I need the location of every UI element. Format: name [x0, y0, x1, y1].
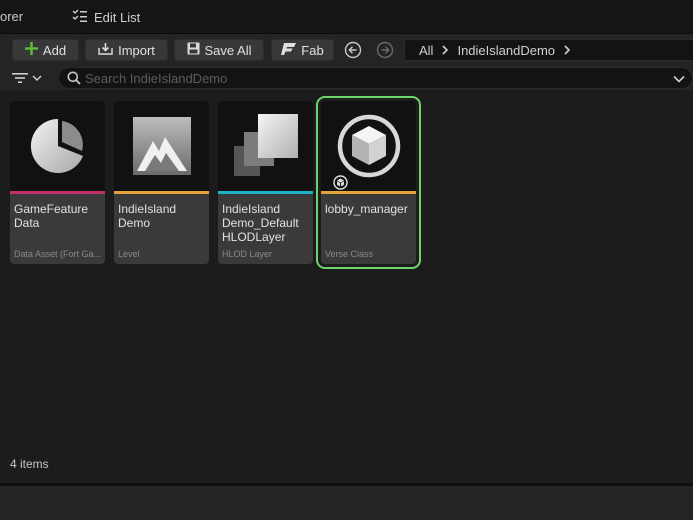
plus-icon	[24, 42, 38, 58]
asset-tile-gamefeature-data[interactable]: GameFeature Data Data Asset (Fort Ga...	[10, 101, 105, 264]
asset-type-strip	[218, 191, 313, 194]
content-browser: orer Edit List Add Import Save All Fab A…	[0, 0, 693, 520]
asset-type-strip	[114, 191, 209, 194]
chevron-right-icon[interactable]	[560, 43, 574, 57]
asset-name: IndieIsland Demo	[118, 202, 177, 230]
import-label: Import	[118, 42, 155, 58]
search-input[interactable]	[85, 70, 665, 86]
checklist-icon	[72, 8, 88, 27]
filter-button[interactable]	[12, 69, 48, 87]
fab-label: Fab	[301, 42, 324, 58]
asset-name: lobby_manager	[325, 202, 408, 216]
edit-list-label: Edit List	[94, 9, 141, 25]
arrow-left-circle-icon	[344, 41, 362, 59]
tab-content-browser[interactable]: orer	[0, 9, 23, 24]
asset-type-strip	[321, 191, 416, 194]
asset-thumbnail	[321, 101, 416, 191]
import-icon	[98, 42, 113, 59]
arrow-right-circle-icon	[376, 41, 394, 59]
filter-icon	[12, 73, 28, 83]
pie-chart-icon	[30, 118, 83, 173]
bottom-bar	[0, 486, 693, 520]
layers-icon	[233, 114, 298, 176]
asset-tile-indieisland-demo[interactable]: IndieIsland Demo Level	[114, 101, 209, 264]
item-count: 4 items	[10, 457, 49, 471]
asset-view: GameFeature Data Data Asset (Fort Ga...	[0, 90, 693, 483]
asset-type: HLOD Layer	[222, 249, 273, 259]
tab-bar: orer Edit List	[0, 0, 693, 34]
asset-thumbnail	[10, 101, 105, 191]
filter-search-row	[0, 66, 693, 90]
asset-type: Level	[118, 249, 140, 259]
asset-type: Verse Class	[325, 249, 374, 259]
breadcrumb-item-indieislanddemo[interactable]: IndieIslandDemo	[452, 43, 560, 58]
level-icon	[132, 117, 191, 175]
search-box	[58, 67, 693, 89]
save-all-button[interactable]: Save All	[174, 39, 264, 61]
asset-type-strip	[10, 191, 105, 194]
asset-thumbnail	[218, 101, 313, 191]
chevron-down-icon	[32, 75, 42, 82]
add-button[interactable]: Add	[12, 39, 79, 61]
search-history-chevron-icon[interactable]	[673, 75, 685, 83]
save-icon	[187, 42, 200, 58]
verse-badge-icon	[333, 175, 348, 190]
breadcrumb-item-all[interactable]: All	[414, 43, 438, 58]
fab-icon	[281, 42, 297, 58]
edit-list-tab[interactable]: Edit List	[72, 7, 140, 27]
asset-type: Data Asset (Fort Ga...	[14, 249, 102, 259]
asset-name: GameFeature Data	[14, 202, 89, 230]
asset-thumbnail	[114, 101, 209, 191]
toolbar: Add Import Save All Fab All IndieIslandD…	[0, 34, 693, 66]
chevron-right-icon[interactable]	[438, 43, 452, 57]
back-button[interactable]	[344, 41, 362, 59]
search-icon	[67, 71, 81, 85]
import-button[interactable]: Import	[85, 39, 168, 61]
fab-button[interactable]: Fab	[271, 39, 334, 61]
asset-tile-hlod-layer[interactable]: IndieIsland Demo_Default HLODLayer HLOD …	[218, 101, 313, 264]
breadcrumb: All IndieIslandDemo	[404, 39, 693, 61]
forward-button[interactable]	[376, 41, 394, 59]
cube-icon	[337, 114, 400, 178]
save-all-label: Save All	[204, 42, 252, 58]
asset-tile-lobby-manager[interactable]: lobby_manager Verse Class	[316, 96, 421, 269]
asset-name: IndieIsland Demo_Default HLODLayer	[222, 202, 299, 244]
add-label: Add	[42, 42, 67, 58]
